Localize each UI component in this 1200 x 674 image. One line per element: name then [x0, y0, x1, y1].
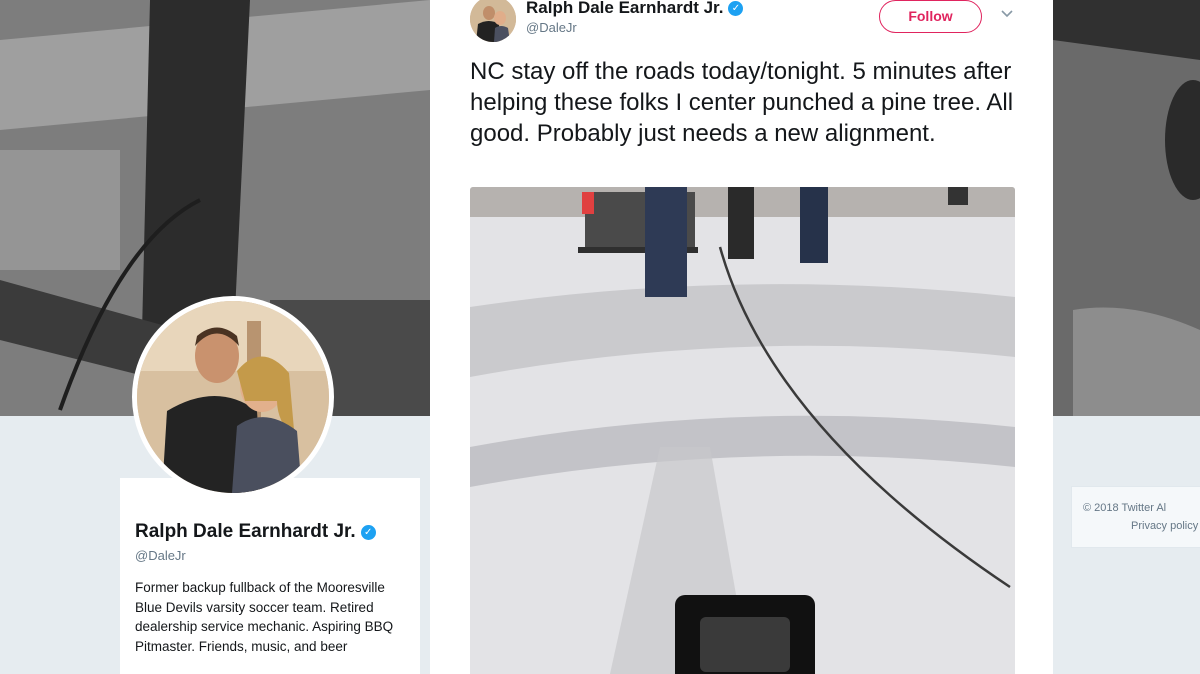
- tweet-modal: Ralph Dale Earnhardt Jr. ✓ @DaleJr Follow…: [430, 0, 1053, 674]
- avatar-photo: [137, 301, 329, 493]
- verified-badge-icon: ✓: [360, 525, 376, 540]
- tweet-author-avatar[interactable]: [470, 0, 516, 42]
- profile-handle[interactable]: @DaleJr: [135, 548, 186, 563]
- verified-badge-icon: ✓: [728, 1, 744, 16]
- tweet-author-handle[interactable]: @DaleJr: [526, 20, 577, 35]
- profile-avatar[interactable]: [132, 296, 334, 498]
- profile-page-background: Ralph Dale Earnhardt Jr. ✓ @DaleJr Former…: [0, 0, 430, 674]
- banner-right: [1053, 0, 1200, 416]
- profile-bio: Former backup fullback of the Mooresvill…: [135, 580, 394, 654]
- chevron-down-icon[interactable]: [1000, 6, 1014, 20]
- footer-copyright[interactable]: © 2018 Twitter Al: [1083, 502, 1166, 514]
- profile-name: Ralph Dale Earnhardt Jr. ✓: [135, 521, 376, 543]
- snowy-road-photo: [470, 187, 1015, 674]
- footer-privacy-link[interactable]: Privacy policy: [1131, 520, 1198, 532]
- sidebar-background: © 2018 Twitter Al Privacy policy: [1053, 0, 1200, 674]
- tweet-author-name[interactable]: Ralph Dale Earnhardt Jr. ✓: [526, 0, 744, 18]
- screen: Ralph Dale Earnhardt Jr. ✓ @DaleJr Former…: [0, 0, 1200, 674]
- author-avatar-photo: [470, 0, 516, 42]
- tweet-text: NC stay off the roads today/tonight. 5 m…: [470, 58, 1014, 147]
- tweet-author-name-text: Ralph Dale Earnhardt Jr.: [526, 0, 724, 17]
- tweet-photo[interactable]: [470, 187, 1015, 674]
- follow-button[interactable]: Follow: [879, 0, 982, 33]
- footer-card: [1071, 486, 1200, 548]
- profile-name-text: Ralph Dale Earnhardt Jr.: [135, 521, 356, 542]
- banner-photo-right: [1053, 0, 1200, 416]
